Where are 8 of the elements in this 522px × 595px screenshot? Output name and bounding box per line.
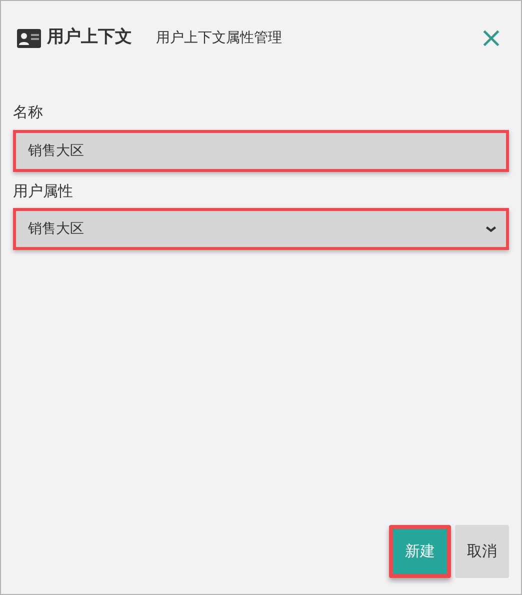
cancel-button[interactable]: 取消 [455, 525, 509, 578]
contact-card-icon [17, 28, 41, 48]
dialog-subtitle: 用户上下文属性管理 [156, 28, 282, 48]
field-label: 用户属性 [13, 180, 74, 202]
dialog-title: 用户上下文 [47, 26, 132, 50]
input-field[interactable]: 销售大区 [13, 130, 509, 172]
field-label: 名称 [13, 102, 44, 123]
select-field[interactable]: 销售大区 [13, 208, 509, 250]
